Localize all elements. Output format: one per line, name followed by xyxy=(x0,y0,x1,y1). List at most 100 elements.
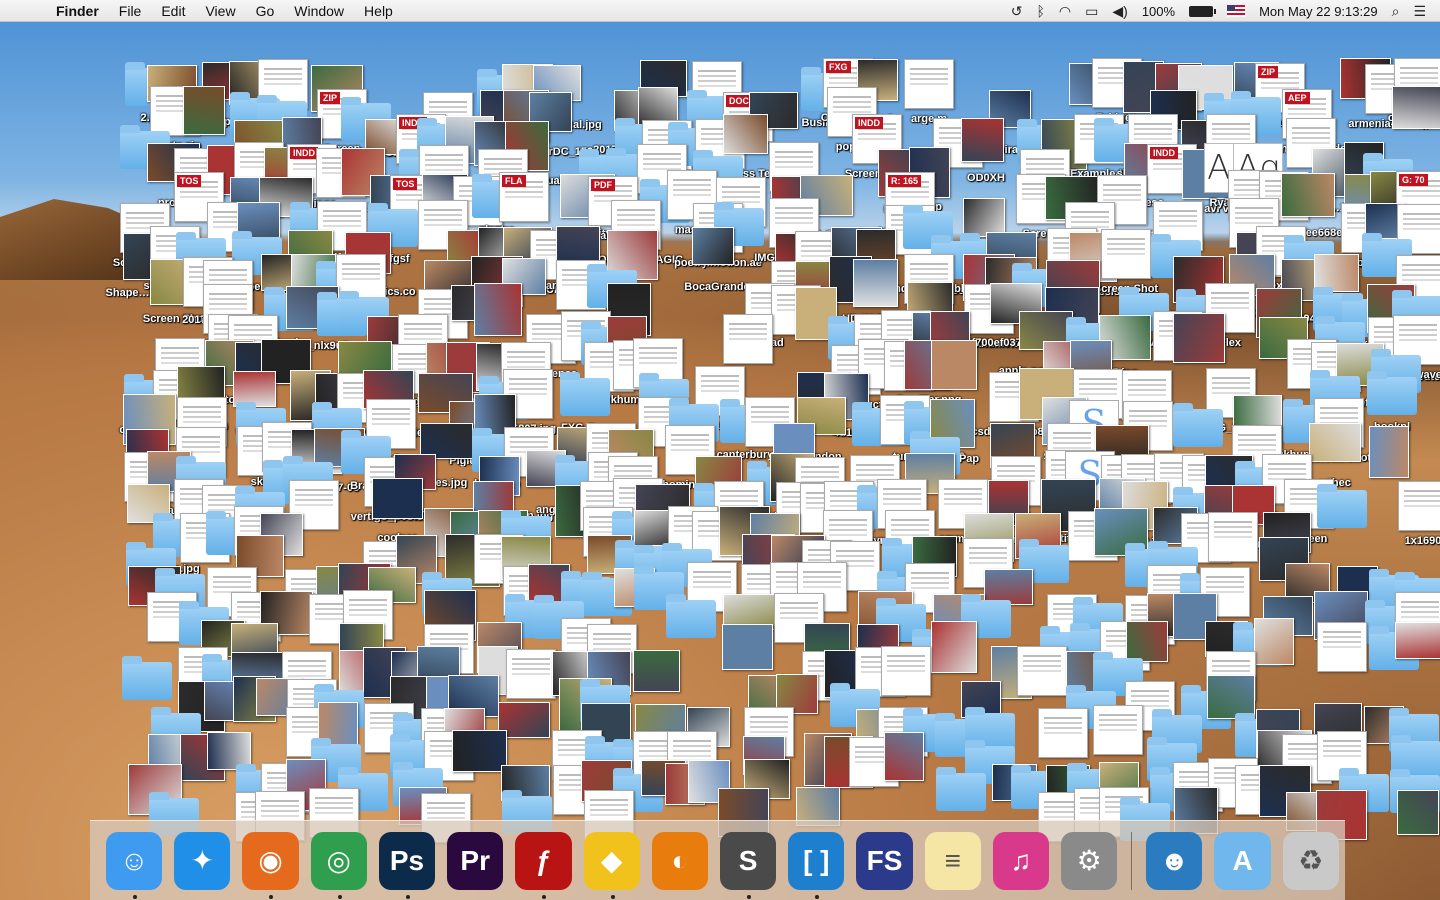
battery-icon[interactable] xyxy=(1189,5,1217,17)
dock-app-chrome-icon[interactable]: ◎ xyxy=(310,831,367,899)
dock-app-itunes-icon[interactable]: ♫ xyxy=(992,831,1050,890)
desktop-document-icon[interactable] xyxy=(904,59,954,109)
dock-app-cyberduck-icon[interactable]: ◆ xyxy=(583,831,640,899)
file-type-tag: ZIP xyxy=(320,92,341,104)
dock-app-safari-icon[interactable]: ✦ xyxy=(174,831,231,890)
desktop-image-file-icon[interactable] xyxy=(931,621,977,673)
desktop-image-file-icon[interactable] xyxy=(474,283,522,336)
dock-glyph: ◉ xyxy=(258,845,283,876)
file-type-tag: R: 165 xyxy=(888,175,922,187)
desktop-image-file-icon[interactable] xyxy=(1254,618,1294,665)
dock-app-system-preferences-icon[interactable]: ⚙ xyxy=(1061,831,1118,890)
desktop-image-file-icon[interactable] xyxy=(1397,790,1439,835)
bluetooth-icon[interactable]: ᛒ xyxy=(1037,3,1045,19)
dock-app-premiere-icon[interactable]: Pr xyxy=(447,831,504,890)
desktop-document-icon[interactable] xyxy=(1017,646,1067,696)
menu-file[interactable]: File xyxy=(109,3,152,19)
desktop-folder-icon[interactable] xyxy=(122,656,172,700)
desktop-image-file-icon[interactable] xyxy=(1392,86,1440,129)
desktop-image-file-icon[interactable] xyxy=(372,478,423,519)
running-indicator xyxy=(405,894,410,899)
desktop-image-file-icon[interactable] xyxy=(1309,423,1361,462)
desktop-image-file-icon[interactable] xyxy=(1369,426,1409,478)
file-type-tag: AEP xyxy=(1285,92,1310,104)
dock-glyph: S xyxy=(738,844,758,876)
menu-app-finder[interactable]: Finder xyxy=(52,3,109,19)
desktop-image-file-icon[interactable] xyxy=(931,340,977,390)
spotlight-search-icon[interactable]: ⌕ xyxy=(1392,3,1400,20)
running-indicator xyxy=(269,894,274,899)
desktop-image-file-icon[interactable] xyxy=(692,227,734,265)
dock-app-photoshop-icon[interactable]: Ps xyxy=(378,831,436,899)
dock-app-finder-icon[interactable]: ☺ xyxy=(106,831,163,899)
running-indicator xyxy=(337,894,342,899)
desktop-image-file-icon[interactable] xyxy=(722,624,773,670)
dock-app-applications-icon[interactable]: A xyxy=(1214,831,1271,890)
dock-glyph: Pr xyxy=(460,844,490,876)
airplay-icon[interactable]: ▭ xyxy=(1085,3,1098,20)
desktop-image-file-icon[interactable] xyxy=(1281,173,1335,217)
dock-app-blender-icon[interactable]: ◐ xyxy=(651,831,708,890)
desktop-folder-icon[interactable] xyxy=(666,594,716,638)
dock-app-sublime-text-icon[interactable]: S xyxy=(719,831,777,899)
desktop-document-icon[interactable] xyxy=(881,646,931,696)
desktop-document-icon[interactable] xyxy=(1038,708,1088,758)
desktop-document-icon[interactable] xyxy=(1317,622,1367,672)
desktop-image-file-icon[interactable] xyxy=(961,118,1004,162)
file-type-tag: TOS xyxy=(177,175,202,187)
desktop-image-file-icon[interactable] xyxy=(723,114,768,154)
battery-fill xyxy=(1190,6,1213,16)
running-indicator xyxy=(542,894,547,899)
dock-app-trash-icon[interactable]: ♻ xyxy=(1282,831,1339,890)
menu-edit[interactable]: Edit xyxy=(151,3,195,19)
wifi-icon[interactable]: ◠ xyxy=(1059,3,1071,20)
menu-go[interactable]: Go xyxy=(246,3,285,19)
menu-help[interactable]: Help xyxy=(354,3,403,19)
desktop-folder-icon[interactable] xyxy=(936,767,986,811)
desktop-image-file-icon[interactable] xyxy=(633,650,680,692)
dock-app-notes-icon[interactable]: ≡ xyxy=(924,831,981,890)
desktop-image-file-icon[interactable] xyxy=(884,732,924,781)
desktop-folder-icon[interactable] xyxy=(1367,371,1417,415)
desktop-image-file-icon[interactable] xyxy=(853,259,898,307)
desktop-folder-icon[interactable] xyxy=(1173,403,1223,447)
file-type-tag: INDD xyxy=(290,147,318,159)
file-type-tag: INDD xyxy=(1150,147,1178,159)
menu-clock[interactable]: Mon May 22 9:13:29 xyxy=(1259,4,1378,19)
dock-app-firefox-icon[interactable]: ◉ xyxy=(242,831,299,899)
desktop-document-icon[interactable] xyxy=(1101,229,1151,279)
desktop-image-file-icon[interactable] xyxy=(1173,313,1225,363)
desktop-document-icon[interactable] xyxy=(723,314,773,364)
desktop-image-file-icon[interactable] xyxy=(1395,622,1440,659)
dock-glyph: ♫ xyxy=(1010,844,1032,876)
desktop-image-file-icon[interactable] xyxy=(452,730,507,772)
desktop-document-icon[interactable] xyxy=(1093,705,1143,755)
status-area: ↺ ᛒ ◠ ▭ ◀) 100% Mon May 22 9:13:29 ⌕ ☰ xyxy=(1011,0,1426,22)
desktop-document-icon[interactable] xyxy=(1398,481,1440,531)
desktop-image-file-icon[interactable] xyxy=(1126,621,1168,662)
desktop-icon-label[interactable]: 1x1690 xyxy=(1373,535,1440,547)
desktop-document-icon[interactable] xyxy=(1208,512,1258,562)
dock-app-fontsmith-icon[interactable]: FS xyxy=(856,831,913,890)
dock-app-brackets-icon[interactable]: [ ] xyxy=(788,831,845,899)
desktop-folder-icon[interactable] xyxy=(560,372,610,416)
desktop-document-icon[interactable] xyxy=(506,649,556,699)
file-type-tag: G: 70 xyxy=(1399,174,1428,186)
menu-view[interactable]: View xyxy=(195,3,245,19)
dock-separator xyxy=(1131,831,1133,890)
dock-glyph: ≡ xyxy=(944,844,961,876)
dock-glyph: ☻ xyxy=(1159,844,1190,876)
desktop-image-file-icon[interactable] xyxy=(183,86,225,135)
dock-app-profile-icon[interactable]: ☻ xyxy=(1146,831,1203,890)
dock-app-flash-icon[interactable]: ƒ xyxy=(515,831,572,899)
volume-icon[interactable]: ◀) xyxy=(1112,3,1127,20)
notification-center-icon[interactable]: ☰ xyxy=(1413,3,1426,20)
desktop-document-icon[interactable]: FLA xyxy=(499,172,549,222)
dock-glyph: A xyxy=(1232,844,1253,876)
running-indicator xyxy=(746,894,751,899)
menu-window[interactable]: Window xyxy=(284,3,354,19)
input-source-flag-icon[interactable] xyxy=(1227,5,1246,17)
desktop-folder-icon[interactable] xyxy=(1317,484,1367,528)
time-machine-icon[interactable]: ↺ xyxy=(1011,3,1023,20)
battery-percent[interactable]: 100% xyxy=(1142,4,1175,19)
